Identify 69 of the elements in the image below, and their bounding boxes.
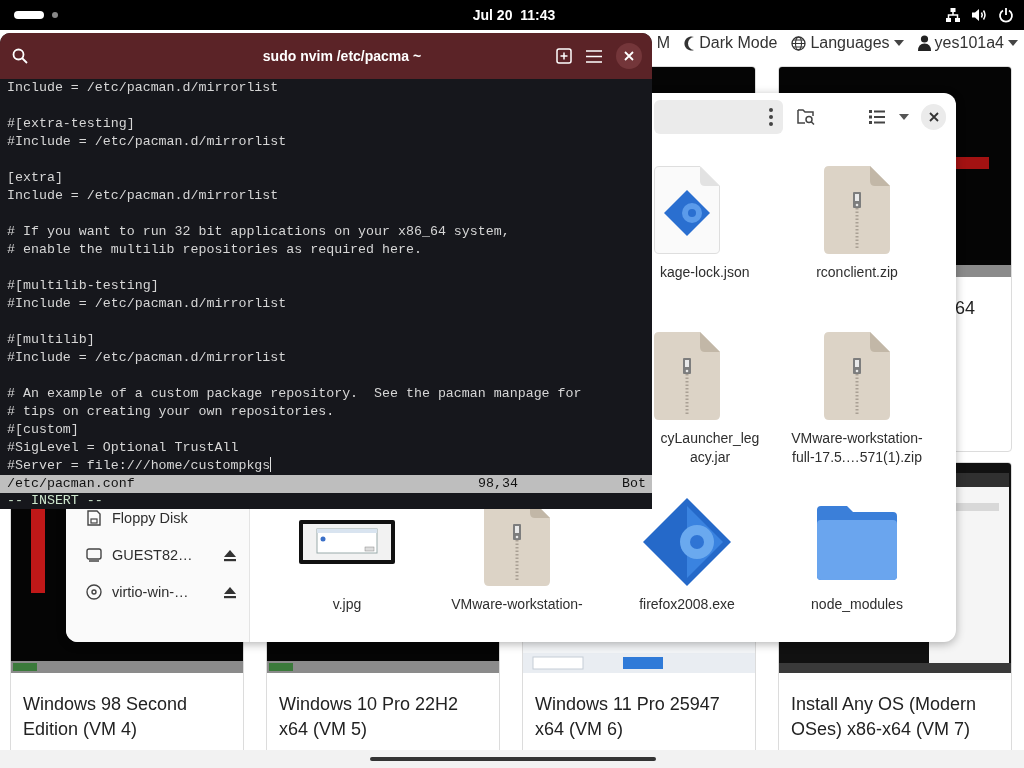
nav-link[interactable]: M: [656, 34, 671, 52]
card-title: 64: [953, 297, 976, 320]
close-icon: [624, 51, 634, 61]
network-icon[interactable]: [945, 7, 961, 23]
list-view-icon[interactable]: [869, 109, 886, 124]
caret-icon: [893, 40, 904, 46]
code-line: Include = /etc/pacman.d/mirrorlist: [7, 187, 280, 205]
settings-file-icon: [654, 166, 720, 254]
menu-icon[interactable]: [586, 49, 602, 63]
code-line: [extra]: [7, 169, 64, 187]
nav-link[interactable]: Dark Mode: [684, 34, 778, 52]
executable-icon: [641, 496, 733, 588]
code-line: #SigLevel = Optional TrustAll: [7, 439, 240, 457]
more-options-icon[interactable]: [769, 107, 774, 126]
code-line: #[extra-testing]: [7, 115, 136, 133]
code-line: #[custom]: [7, 421, 80, 439]
file-name[interactable]: kage-lock.json: [660, 263, 750, 282]
sidebar-item[interactable]: GUEST82…: [66, 546, 249, 564]
code-line: #[multilib]: [7, 331, 96, 349]
code-line: #Include = /etc/pacman.d/mirrorlist: [7, 295, 288, 313]
disc-icon: [86, 584, 102, 600]
floppy-icon: [86, 510, 102, 526]
file-name[interactable]: rconclient.zip: [816, 263, 898, 282]
editor-mode: -- INSERT --: [6, 493, 103, 508]
zip-file-icon: [824, 166, 890, 254]
eject-icon[interactable]: [223, 548, 237, 562]
code-line: # enable the multilib repositories as required here.: [7, 241, 423, 259]
power-icon[interactable]: [998, 7, 1014, 23]
user-icon: [917, 35, 931, 51]
file-name[interactable]: node_modules: [811, 595, 903, 614]
card-title: Install Any OS (Modern OSes) x86-x64 (VM 7): [790, 693, 978, 741]
close-button[interactable]: [616, 43, 642, 69]
nav-link[interactable]: yes101a4: [917, 34, 1018, 52]
card-title: Windows 10 Pro 22H2 x64 (VM 5): [278, 693, 460, 741]
new-tab-icon[interactable]: [556, 48, 572, 64]
card-title: Windows 98 Second Edition (VM 4): [22, 693, 189, 741]
workspace-indicator[interactable]: [14, 11, 44, 19]
code-line: # If you want to run 32 bit applications on your x86_64 system,: [7, 223, 511, 241]
folder-search-icon[interactable]: [797, 108, 816, 125]
code-line: Include = /etc/pacman.d/mirrorlist: [7, 79, 280, 97]
eject-icon[interactable]: [223, 585, 237, 599]
nav-link[interactable]: Languages: [791, 34, 904, 52]
file-name[interactable]: cyLauncher_legacy.jar: [660, 429, 760, 467]
caret-icon[interactable]: [899, 113, 910, 120]
caret-icon: [1008, 40, 1018, 46]
clock[interactable]: Jul 20 11:43: [472, 7, 556, 23]
code-line: #[multilib-testing]: [7, 277, 160, 295]
close-button[interactable]: [921, 103, 946, 130]
status-file-name: /etc/pacman.conf: [7, 475, 136, 493]
zip-file-icon: [654, 332, 720, 420]
window-title: sudo nvim /etc/pacma ~: [261, 48, 423, 64]
sidebar-item[interactable]: virtio-win-…: [66, 583, 249, 601]
code-line: # tips on creating your own repositories.: [7, 403, 336, 421]
file-name[interactable]: firefox2008.exe: [639, 595, 735, 614]
scroll-position: Bot: [622, 475, 646, 493]
search-icon[interactable]: [12, 48, 28, 64]
drive-icon: [86, 548, 102, 562]
volume-icon[interactable]: [971, 7, 988, 23]
code-line: #Include = /etc/pacman.d/mirrorlist: [7, 349, 288, 367]
code-line: #Server = file:///home/custompkgs: [7, 457, 273, 475]
zip-file-icon: [824, 332, 890, 420]
code-line: #Include = /etc/pacman.d/mirrorlist: [7, 133, 288, 151]
workspace-dot[interactable]: [52, 12, 58, 18]
sidebar-item[interactable]: Floppy Disk: [66, 509, 249, 527]
code-line: # An example of a custom package repository. See the pacman manpage for: [7, 385, 583, 403]
card-title: Windows 11 Pro 25947 x64 (VM 6): [534, 693, 721, 741]
file-name[interactable]: VMware-workstation-full-17.5.…571(1).zip: [787, 429, 927, 467]
globe-icon: [791, 35, 807, 51]
close-icon: [928, 111, 939, 122]
